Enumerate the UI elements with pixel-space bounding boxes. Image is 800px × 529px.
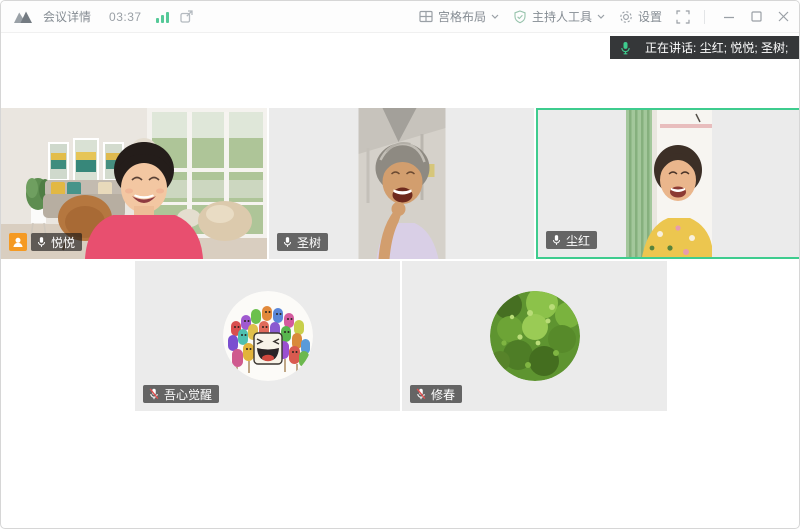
microphone-icon <box>552 234 561 246</box>
participant-nameplate: 修春 <box>410 385 462 403</box>
settings-button[interactable]: 设置 <box>619 8 662 25</box>
shield-check-icon <box>513 10 527 24</box>
microphone-icon <box>283 236 292 248</box>
fullscreen-icon[interactable] <box>676 10 690 24</box>
gear-icon <box>619 10 633 24</box>
toolbar-divider <box>704 10 705 24</box>
video-tile-yueyue[interactable]: 悦悦 <box>1 108 267 259</box>
top-toolbar: 会议详情 03:37 宫格布局 主持人工具 <box>1 1 799 33</box>
participant-nameplate: 吾心觉醒 <box>143 385 219 403</box>
meeting-details-button[interactable]: 会议详情 <box>43 8 91 25</box>
participant-name: 圣树 <box>297 234 321 251</box>
speaking-prefix: 正在讲话: <box>645 41 696 55</box>
chevron-down-icon <box>491 14 499 19</box>
chevron-down-icon <box>597 14 605 19</box>
close-button[interactable] <box>778 11 789 22</box>
video-feed <box>358 108 445 259</box>
microphone-muted-icon <box>416 388 426 400</box>
avatar <box>490 291 580 381</box>
video-grid: 悦悦 <box>1 108 800 411</box>
participant-name: 修春 <box>431 386 455 403</box>
network-signal-icon[interactable] <box>156 11 169 23</box>
host-badge-icon <box>9 233 27 251</box>
video-feed <box>626 110 712 257</box>
microphone-active-icon <box>620 41 631 55</box>
speaking-names: 尘红; 悦悦; 圣树; <box>700 41 789 55</box>
participant-name: 尘红 <box>566 232 590 249</box>
participant-name: 悦悦 <box>51 234 75 251</box>
minimize-button[interactable] <box>723 11 735 23</box>
video-tile-wuxinjuexing[interactable]: 吾心觉醒 <box>135 261 400 411</box>
video-tile-chenhong[interactable]: 尘红 <box>536 108 800 259</box>
participant-name: 吾心觉醒 <box>164 386 212 403</box>
meeting-window: 会议详情 03:37 宫格布局 主持人工具 <box>0 0 800 529</box>
speaking-status-text: 正在讲话: 尘红; 悦悦; 圣树; <box>645 39 788 56</box>
microphone-icon <box>37 236 46 248</box>
banner-logo-watermark-icon <box>797 39 799 57</box>
meeting-timer: 03:37 <box>109 10 142 24</box>
host-tools-button[interactable]: 主持人工具 <box>513 8 605 25</box>
share-screen-icon[interactable] <box>179 9 194 24</box>
grid-layout-button[interactable]: 宫格布局 <box>419 8 499 25</box>
video-tile-shengshu[interactable]: 圣树 <box>269 108 534 259</box>
participant-nameplate: 悦悦 <box>31 233 82 251</box>
avatar <box>223 291 313 381</box>
meeting-details-label: 会议详情 <box>43 8 91 25</box>
app-logo-icon <box>13 9 33 24</box>
maximize-button[interactable] <box>751 11 762 22</box>
video-tile-xiuchun[interactable]: 修春 <box>402 261 667 411</box>
participant-nameplate: 圣树 <box>277 233 328 251</box>
grid-layout-icon <box>419 10 433 23</box>
microphone-muted-icon <box>149 388 159 400</box>
now-speaking-banner: 正在讲话: 尘红; 悦悦; 圣树; <box>610 36 799 59</box>
participant-nameplate: 尘红 <box>546 231 597 249</box>
